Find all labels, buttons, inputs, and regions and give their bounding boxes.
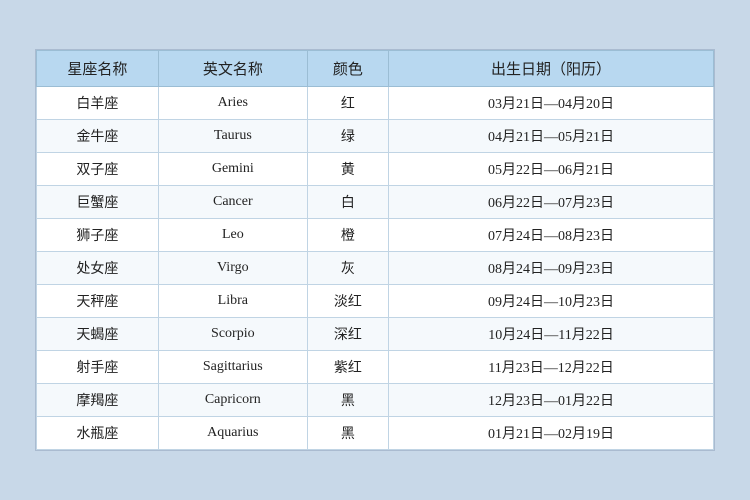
cell-chinese: 双子座 [37,153,159,186]
cell-chinese: 天蝎座 [37,318,159,351]
cell-color: 绿 [307,120,388,153]
cell-date: 03月21日—04月20日 [389,87,714,120]
header-english: 英文名称 [158,51,307,87]
cell-date: 11月23日—12月22日 [389,351,714,384]
cell-color: 红 [307,87,388,120]
cell-english: Cancer [158,186,307,219]
cell-english: Scorpio [158,318,307,351]
zodiac-table: 星座名称 英文名称 颜色 出生日期（阳历） 白羊座Aries红03月21日—04… [36,50,714,450]
cell-english: Sagittarius [158,351,307,384]
table-row: 摩羯座Capricorn黑12月23日—01月22日 [37,384,714,417]
table-row: 水瓶座Aquarius黑01月21日—02月19日 [37,417,714,450]
cell-chinese: 处女座 [37,252,159,285]
table-row: 天秤座Libra淡红09月24日—10月23日 [37,285,714,318]
cell-chinese: 狮子座 [37,219,159,252]
table-body: 白羊座Aries红03月21日—04月20日金牛座Taurus绿04月21日—0… [37,87,714,450]
header-color: 颜色 [307,51,388,87]
cell-english: Gemini [158,153,307,186]
header-chinese: 星座名称 [37,51,159,87]
header-date: 出生日期（阳历） [389,51,714,87]
cell-color: 灰 [307,252,388,285]
cell-chinese: 白羊座 [37,87,159,120]
cell-color: 橙 [307,219,388,252]
cell-date: 05月22日—06月21日 [389,153,714,186]
cell-english: Virgo [158,252,307,285]
cell-chinese: 天秤座 [37,285,159,318]
table-row: 射手座Sagittarius紫红11月23日—12月22日 [37,351,714,384]
cell-date: 06月22日—07月23日 [389,186,714,219]
table-row: 金牛座Taurus绿04月21日—05月21日 [37,120,714,153]
cell-date: 01月21日—02月19日 [389,417,714,450]
cell-color: 黑 [307,384,388,417]
table-row: 巨蟹座Cancer白06月22日—07月23日 [37,186,714,219]
table-row: 白羊座Aries红03月21日—04月20日 [37,87,714,120]
cell-date: 10月24日—11月22日 [389,318,714,351]
cell-color: 黑 [307,417,388,450]
cell-date: 07月24日—08月23日 [389,219,714,252]
cell-chinese: 巨蟹座 [37,186,159,219]
zodiac-table-container: 星座名称 英文名称 颜色 出生日期（阳历） 白羊座Aries红03月21日—04… [35,49,715,451]
cell-color: 淡红 [307,285,388,318]
cell-english: Leo [158,219,307,252]
table-row: 狮子座Leo橙07月24日—08月23日 [37,219,714,252]
cell-color: 深红 [307,318,388,351]
cell-chinese: 摩羯座 [37,384,159,417]
cell-english: Libra [158,285,307,318]
cell-english: Capricorn [158,384,307,417]
table-header-row: 星座名称 英文名称 颜色 出生日期（阳历） [37,51,714,87]
cell-color: 紫红 [307,351,388,384]
cell-date: 09月24日—10月23日 [389,285,714,318]
cell-date: 08月24日—09月23日 [389,252,714,285]
table-row: 处女座Virgo灰08月24日—09月23日 [37,252,714,285]
cell-chinese: 水瓶座 [37,417,159,450]
cell-english: Taurus [158,120,307,153]
cell-chinese: 金牛座 [37,120,159,153]
table-row: 双子座Gemini黄05月22日—06月21日 [37,153,714,186]
cell-english: Aries [158,87,307,120]
cell-english: Aquarius [158,417,307,450]
cell-chinese: 射手座 [37,351,159,384]
table-row: 天蝎座Scorpio深红10月24日—11月22日 [37,318,714,351]
cell-color: 黄 [307,153,388,186]
cell-color: 白 [307,186,388,219]
cell-date: 04月21日—05月21日 [389,120,714,153]
cell-date: 12月23日—01月22日 [389,384,714,417]
